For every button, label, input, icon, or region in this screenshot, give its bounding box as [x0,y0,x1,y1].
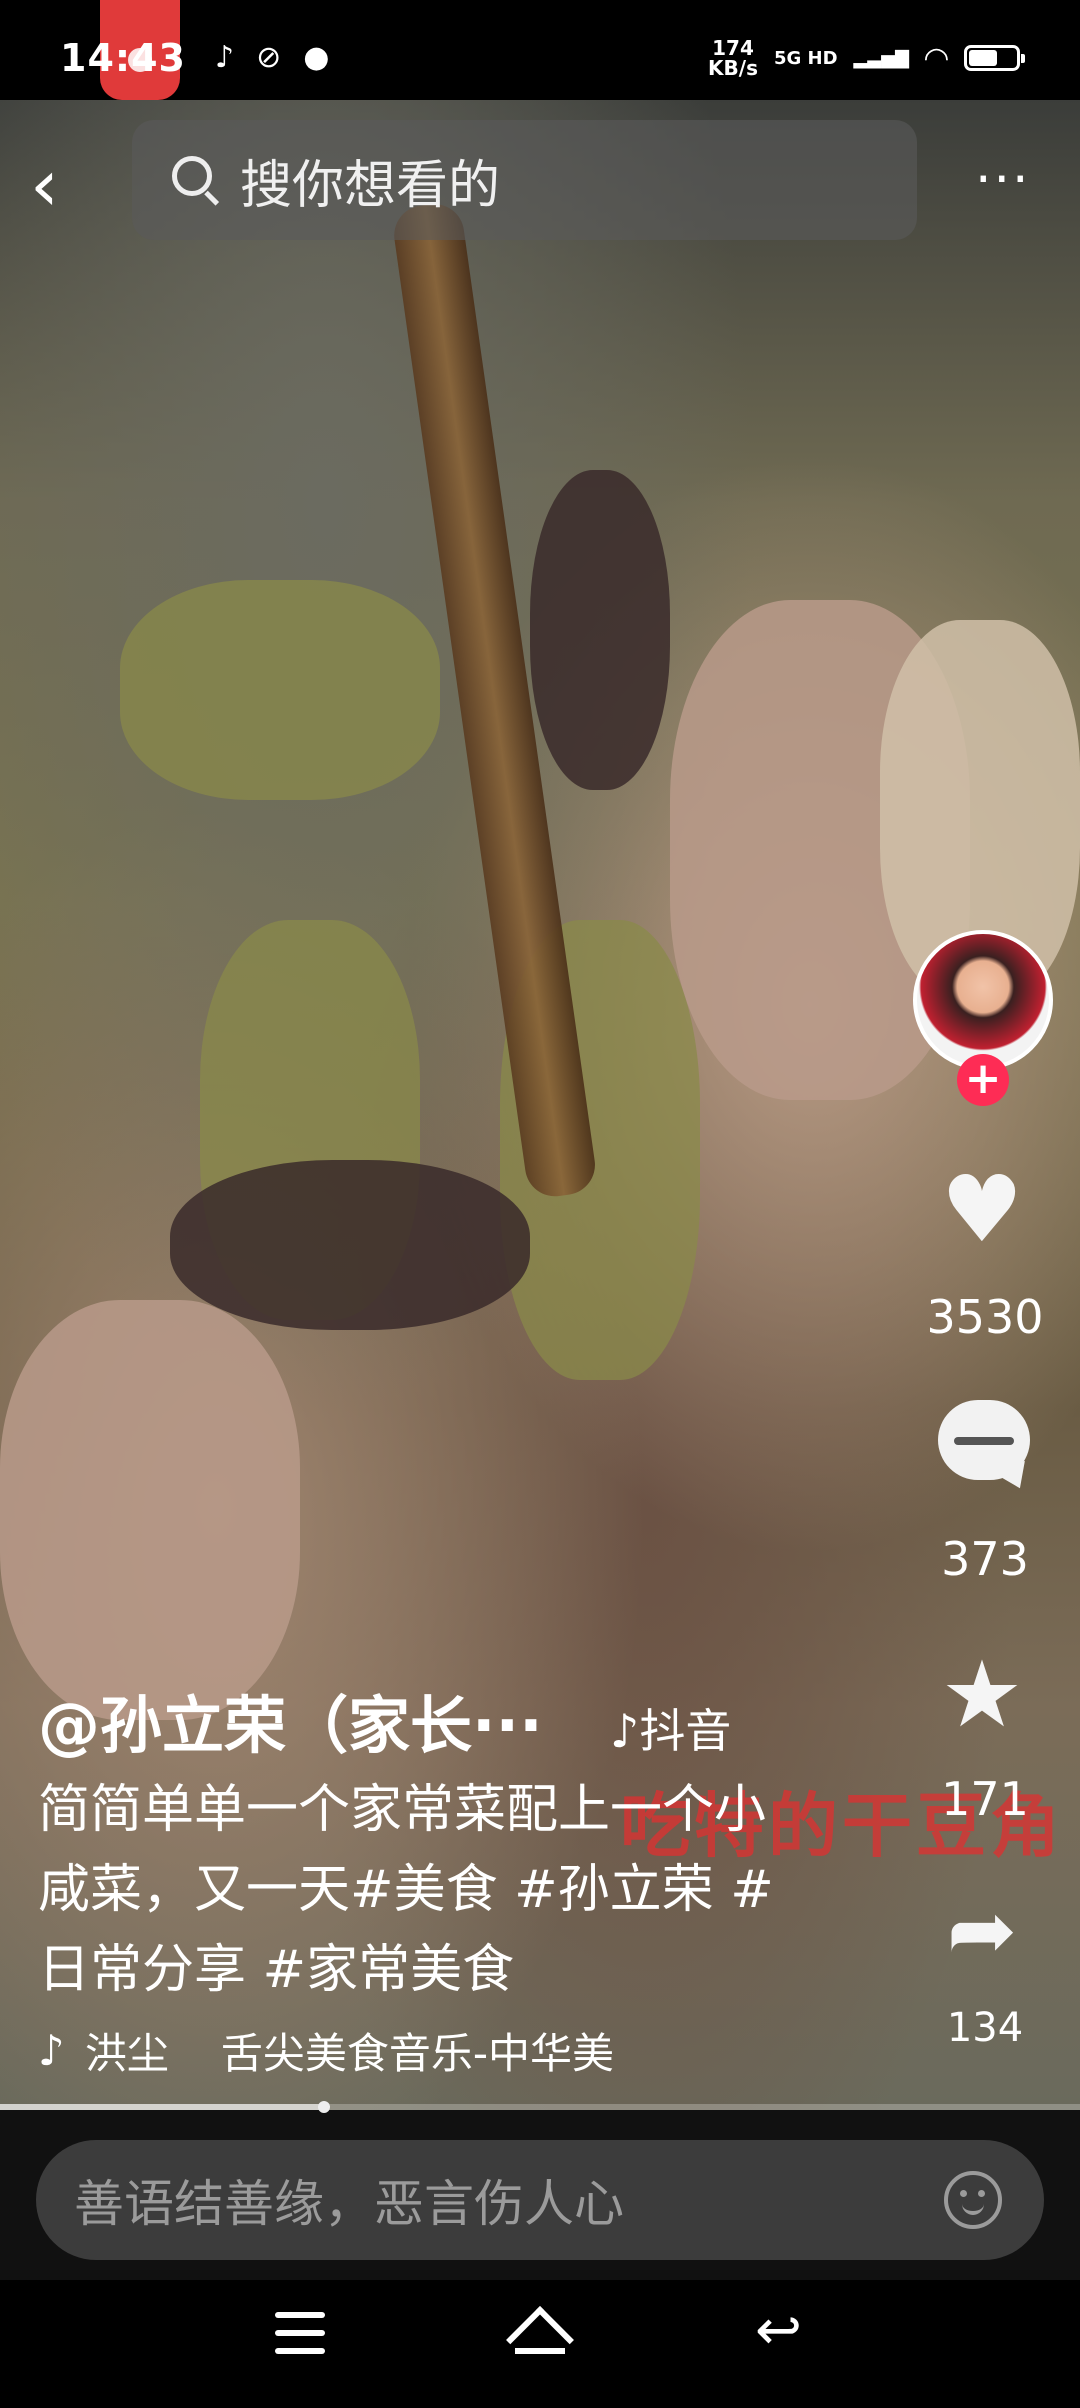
battery-icon [964,45,1025,71]
video-description[interactable]: 简简单单一个家常菜配上一个小咸菜，又一天#美食 #孙立荣 #日常分享 #家常美食 [38,1770,798,2010]
home-icon[interactable] [505,2302,575,2372]
cell-bars-icon: ▂▃▅▇ [853,47,909,69]
wifi-icon: ◠ [924,40,948,76]
back-button[interactable]: ‹ [30,149,100,230]
search-input[interactable]: 搜你想看的 [132,120,917,240]
like-count: 3530 [926,1290,1044,1344]
share-count: 134 [946,2005,1024,2051]
status-right: 174 KB/s 5G HD ▂▃▅▇ ◠ [708,36,1025,80]
more-button[interactable]: ··· [975,150,1031,210]
search-icon [172,156,220,204]
douyin-watermark: ♪抖音 [610,1704,732,1758]
comment-icon[interactable] [938,1400,1030,1480]
search-placeholder: 搜你想看的 [240,155,501,216]
system-nav-bar: ↩ [0,2280,1080,2408]
favorite-count: 171 [941,1772,1029,1826]
video-progress-bar[interactable] [0,2101,1080,2113]
food-meat [0,1300,300,1720]
top-bar: ‹ 搜你想看的 ··· [0,100,1080,270]
music-artist: 洪尘 [84,2029,169,2078]
status-bar: 14:43 ♪ ⊘ ● 174 KB/s 5G HD ▂▃▅▇ ◠ [0,0,1080,100]
comment-input[interactable]: 善语结善缘，恶言伤人心 [36,2140,1044,2260]
music-row[interactable]: ♪ 洪尘 舌尖美食音乐-中华美 [38,2020,621,2081]
net-speed: 174 KB/s [708,36,758,80]
chat-icon: ● [303,40,330,75]
link-icon: ⊘ [256,40,282,75]
notification-icons: ♪ ⊘ ● [215,40,329,75]
share-icon[interactable]: ➦ [930,1880,1034,1980]
status-time: 14:43 [60,36,186,80]
back-icon[interactable]: ↩ [755,2303,805,2359]
avatar[interactable] [913,930,1053,1070]
music-title: 舌尖美食音乐-中华美 [220,2029,614,2078]
menu-icon[interactable] [275,2312,325,2362]
comment-bar: 善语结善缘，恶言伤人心 [0,2110,1080,2280]
follow-button[interactable]: + [957,1054,1009,1106]
tiktok-icon: ♪ [215,40,235,75]
food-vegetable [120,580,440,800]
signal-icon: 5G HD [773,47,838,69]
emoji-icon[interactable] [944,2171,1002,2229]
comment-placeholder: 善语结善缘，恶言伤人心 [74,2175,624,2233]
favorite-icon[interactable]: ★ [930,1645,1034,1745]
progress-fill [0,2104,324,2110]
like-icon[interactable]: ♥ [930,1160,1034,1260]
comment-count: 373 [941,1532,1029,1586]
progress-knob[interactable] [318,2101,330,2113]
music-note-icon: ♪ [38,2026,65,2075]
food-mushroom [170,1160,530,1330]
author-name[interactable]: @孙立荣（家长··· [38,1675,543,1765]
food-mushroom [530,470,670,790]
